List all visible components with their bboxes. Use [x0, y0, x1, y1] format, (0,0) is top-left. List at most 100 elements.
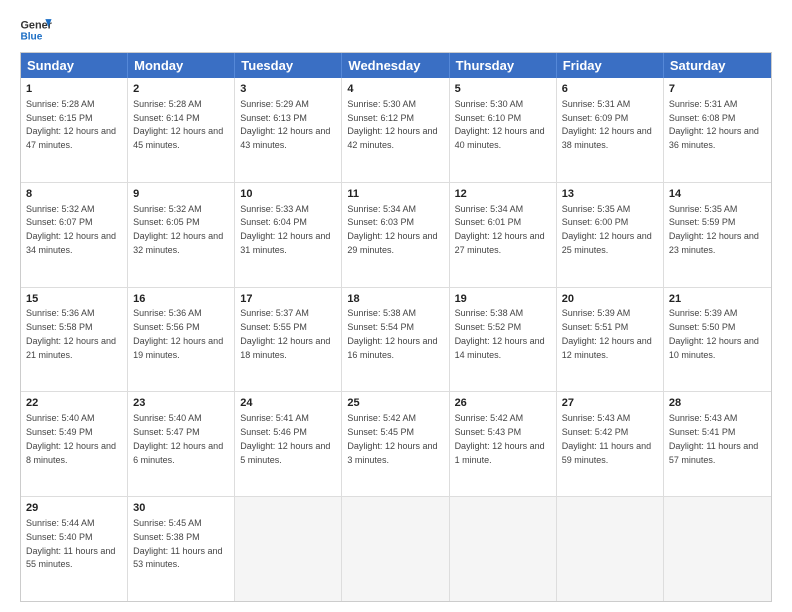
day-header-monday: Monday [128, 53, 235, 78]
day-cell-22: 22 Sunrise: 5:40 AM Sunset: 5:49 PM Dayli… [21, 392, 128, 496]
day-number: 19 [455, 292, 551, 307]
day-info: Sunrise: 5:42 AM Sunset: 5:45 PM Dayligh… [347, 413, 437, 464]
day-info: Sunrise: 5:45 AM Sunset: 5:38 PM Dayligh… [133, 518, 222, 569]
day-number: 8 [26, 187, 122, 202]
day-number: 29 [26, 501, 122, 516]
day-number: 24 [240, 396, 336, 411]
day-info: Sunrise: 5:37 AM Sunset: 5:55 PM Dayligh… [240, 308, 330, 359]
day-info: Sunrise: 5:39 AM Sunset: 5:51 PM Dayligh… [562, 308, 652, 359]
day-info: Sunrise: 5:36 AM Sunset: 5:56 PM Dayligh… [133, 308, 223, 359]
day-number: 23 [133, 396, 229, 411]
day-cell-13: 13 Sunrise: 5:35 AM Sunset: 6:00 PM Dayli… [557, 183, 664, 287]
calendar: SundayMondayTuesdayWednesdayThursdayFrid… [20, 52, 772, 602]
calendar-row-0: 1 Sunrise: 5:28 AM Sunset: 6:15 PM Daylig… [21, 78, 771, 182]
day-info: Sunrise: 5:32 AM Sunset: 6:07 PM Dayligh… [26, 204, 116, 255]
day-number: 26 [455, 396, 551, 411]
day-info: Sunrise: 5:33 AM Sunset: 6:04 PM Dayligh… [240, 204, 330, 255]
header: General Blue [20, 16, 772, 44]
day-cell-16: 16Sunrise: 5:36 AM Sunset: 5:56 PM Dayli… [128, 288, 235, 392]
day-cell-25: 25 Sunrise: 5:42 AM Sunset: 5:45 PM Dayli… [342, 392, 449, 496]
empty-cell [235, 497, 342, 601]
day-info: Sunrise: 5:31 AM Sunset: 6:09 PM Dayligh… [562, 99, 652, 150]
day-cell-3: 3 Sunrise: 5:29 AM Sunset: 6:13 PM Daylig… [235, 78, 342, 182]
empty-cell [342, 497, 449, 601]
calendar-row-2: 15Sunrise: 5:36 AM Sunset: 5:58 PM Dayli… [21, 287, 771, 392]
day-info: Sunrise: 5:34 AM Sunset: 6:01 PM Dayligh… [455, 204, 545, 255]
day-number: 4 [347, 82, 443, 97]
day-cell-27: 27 Sunrise: 5:43 AM Sunset: 5:42 PM Dayli… [557, 392, 664, 496]
day-cell-20: 20Sunrise: 5:39 AM Sunset: 5:51 PM Dayli… [557, 288, 664, 392]
day-number: 9 [133, 187, 229, 202]
day-cell-19: 19Sunrise: 5:38 AM Sunset: 5:52 PM Dayli… [450, 288, 557, 392]
day-number: 22 [26, 396, 122, 411]
day-number: 27 [562, 396, 658, 411]
day-info: Sunrise: 5:34 AM Sunset: 6:03 PM Dayligh… [347, 204, 437, 255]
logo: General Blue [20, 16, 52, 44]
day-info: Sunrise: 5:30 AM Sunset: 6:12 PM Dayligh… [347, 99, 437, 150]
day-info: Sunrise: 5:31 AM Sunset: 6:08 PM Dayligh… [669, 99, 759, 150]
day-info: Sunrise: 5:38 AM Sunset: 5:52 PM Dayligh… [455, 308, 545, 359]
day-cell-9: 9 Sunrise: 5:32 AM Sunset: 6:05 PM Daylig… [128, 183, 235, 287]
day-info: Sunrise: 5:41 AM Sunset: 5:46 PM Dayligh… [240, 413, 330, 464]
day-cell-7: 7Sunrise: 5:31 AM Sunset: 6:08 PM Daylig… [664, 78, 771, 182]
day-number: 1 [26, 82, 122, 97]
day-cell-15: 15Sunrise: 5:36 AM Sunset: 5:58 PM Dayli… [21, 288, 128, 392]
day-number: 30 [133, 501, 229, 516]
day-cell-29: 29 Sunrise: 5:44 AM Sunset: 5:40 PM Dayli… [21, 497, 128, 601]
day-cell-10: 10Sunrise: 5:33 AM Sunset: 6:04 PM Dayli… [235, 183, 342, 287]
day-number: 13 [562, 187, 658, 202]
day-number: 5 [455, 82, 551, 97]
day-number: 12 [455, 187, 551, 202]
day-info: Sunrise: 5:42 AM Sunset: 5:43 PM Dayligh… [455, 413, 545, 464]
day-info: Sunrise: 5:38 AM Sunset: 5:54 PM Dayligh… [347, 308, 437, 359]
day-info: Sunrise: 5:40 AM Sunset: 5:47 PM Dayligh… [133, 413, 223, 464]
day-info: Sunrise: 5:35 AM Sunset: 5:59 PM Dayligh… [669, 204, 759, 255]
svg-text:Blue: Blue [20, 31, 42, 42]
day-cell-12: 12 Sunrise: 5:34 AM Sunset: 6:01 PM Dayli… [450, 183, 557, 287]
day-cell-26: 26 Sunrise: 5:42 AM Sunset: 5:43 PM Dayli… [450, 392, 557, 496]
day-cell-1: 1 Sunrise: 5:28 AM Sunset: 6:15 PM Daylig… [21, 78, 128, 182]
page: General Blue SundayMondayTuesdayWednesda… [0, 0, 792, 612]
day-info: Sunrise: 5:29 AM Sunset: 6:13 PM Dayligh… [240, 99, 330, 150]
day-cell-21: 21Sunrise: 5:39 AM Sunset: 5:50 PM Dayli… [664, 288, 771, 392]
calendar-row-1: 8 Sunrise: 5:32 AM Sunset: 6:07 PM Daylig… [21, 182, 771, 287]
day-cell-2: 2 Sunrise: 5:28 AM Sunset: 6:14 PM Daylig… [128, 78, 235, 182]
day-cell-28: 28Sunrise: 5:43 AM Sunset: 5:41 PM Dayli… [664, 392, 771, 496]
day-info: Sunrise: 5:30 AM Sunset: 6:10 PM Dayligh… [455, 99, 545, 150]
day-header-sunday: Sunday [21, 53, 128, 78]
day-number: 2 [133, 82, 229, 97]
day-info: Sunrise: 5:32 AM Sunset: 6:05 PM Dayligh… [133, 204, 223, 255]
day-number: 18 [347, 292, 443, 307]
day-info: Sunrise: 5:28 AM Sunset: 6:15 PM Dayligh… [26, 99, 116, 150]
day-number: 6 [562, 82, 658, 97]
day-cell-5: 5 Sunrise: 5:30 AM Sunset: 6:10 PM Daylig… [450, 78, 557, 182]
calendar-row-3: 22 Sunrise: 5:40 AM Sunset: 5:49 PM Dayli… [21, 391, 771, 496]
calendar-body: 1 Sunrise: 5:28 AM Sunset: 6:15 PM Daylig… [21, 78, 771, 601]
logo-icon: General Blue [20, 16, 52, 44]
day-cell-14: 14 Sunrise: 5:35 AM Sunset: 5:59 PM Dayli… [664, 183, 771, 287]
day-header-tuesday: Tuesday [235, 53, 342, 78]
day-info: Sunrise: 5:28 AM Sunset: 6:14 PM Dayligh… [133, 99, 223, 150]
day-number: 25 [347, 396, 443, 411]
day-number: 3 [240, 82, 336, 97]
calendar-row-4: 29 Sunrise: 5:44 AM Sunset: 5:40 PM Dayli… [21, 496, 771, 601]
calendar-header: SundayMondayTuesdayWednesdayThursdayFrid… [21, 53, 771, 78]
day-number: 14 [669, 187, 766, 202]
day-cell-11: 11 Sunrise: 5:34 AM Sunset: 6:03 PM Dayli… [342, 183, 449, 287]
day-cell-30: 30 Sunrise: 5:45 AM Sunset: 5:38 PM Dayli… [128, 497, 235, 601]
day-info: Sunrise: 5:35 AM Sunset: 6:00 PM Dayligh… [562, 204, 652, 255]
day-cell-17: 17Sunrise: 5:37 AM Sunset: 5:55 PM Dayli… [235, 288, 342, 392]
day-header-thursday: Thursday [450, 53, 557, 78]
day-info: Sunrise: 5:39 AM Sunset: 5:50 PM Dayligh… [669, 308, 759, 359]
day-header-friday: Friday [557, 53, 664, 78]
day-header-saturday: Saturday [664, 53, 771, 78]
day-number: 17 [240, 292, 336, 307]
day-info: Sunrise: 5:40 AM Sunset: 5:49 PM Dayligh… [26, 413, 116, 464]
empty-cell [664, 497, 771, 601]
day-info: Sunrise: 5:43 AM Sunset: 5:42 PM Dayligh… [562, 413, 651, 464]
day-number: 11 [347, 187, 443, 202]
day-cell-4: 4 Sunrise: 5:30 AM Sunset: 6:12 PM Daylig… [342, 78, 449, 182]
day-info: Sunrise: 5:44 AM Sunset: 5:40 PM Dayligh… [26, 518, 115, 569]
day-number: 15 [26, 292, 122, 307]
day-cell-23: 23 Sunrise: 5:40 AM Sunset: 5:47 PM Dayli… [128, 392, 235, 496]
